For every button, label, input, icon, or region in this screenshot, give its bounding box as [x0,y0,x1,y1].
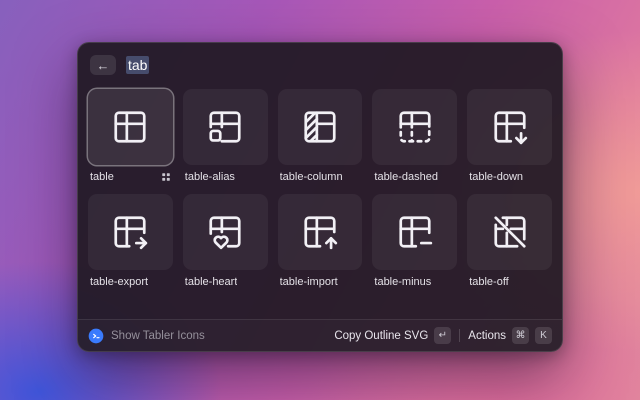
icon-tile[interactable] [372,89,457,165]
grid-cell-table-export[interactable]: table-export [88,194,173,289]
footer-app-name: Show Tabler Icons [111,330,205,342]
search-input[interactable]: tab [126,57,550,73]
search-header: ← tab [78,43,562,81]
table-off-icon [491,213,529,251]
k-key: K [535,327,552,344]
back-button[interactable]: ← [90,55,116,75]
table-export-icon [111,213,149,251]
icon-label-row: table-export [88,275,173,289]
raycast-window: ← tab table table-alias table-column table-… [77,42,563,352]
table-dashed-icon [396,108,434,146]
icon-label-row: table-alias [183,170,268,184]
actions-button[interactable]: Actions ⌘ K [468,327,552,344]
icon-tile[interactable] [88,194,173,270]
icon-tile[interactable] [88,89,173,165]
icon-label: table-off [469,276,509,288]
grid-cell-table-import[interactable]: table-import [278,194,363,289]
enter-key: ↵ [434,327,451,344]
app-grid-icon [161,172,171,182]
icon-tile[interactable] [467,89,552,165]
icon-label-row: table-off [467,275,552,289]
icon-label: table-alias [185,171,235,183]
footer-left: Show Tabler Icons [88,328,205,344]
icon-label: table-down [469,171,523,183]
icon-tile[interactable] [278,89,363,165]
icon-grid: table table-alias table-column table-dashed… [78,81,562,319]
grid-cell-table-off[interactable]: table-off [467,194,552,289]
footer-right: Copy Outline SVG ↵ Actions ⌘ K [334,327,552,344]
icon-label: table-dashed [374,171,438,183]
icon-label: table-export [90,276,148,288]
icon-label: table-minus [374,276,431,288]
icon-tile[interactable] [183,89,268,165]
icon-tile[interactable] [183,194,268,270]
search-text: tab [126,56,149,74]
icon-label: table-import [280,276,338,288]
icon-label-row: table-import [278,275,363,289]
grid-cell-table[interactable]: table [88,89,173,184]
grid-cell-table-minus[interactable]: table-minus [372,194,457,289]
table-icon [111,108,149,146]
icon-tile[interactable] [278,194,363,270]
icon-tile[interactable] [372,194,457,270]
table-down-icon [491,108,529,146]
copy-outline-svg-button[interactable]: Copy Outline SVG ↵ [334,327,451,344]
footer-bar: Show Tabler Icons Copy Outline SVG ↵ Act… [78,319,562,351]
footer-divider [459,329,460,342]
icon-tile[interactable] [467,194,552,270]
icon-label-row: table [88,170,173,184]
table-import-icon [301,213,339,251]
table-heart-icon [206,213,244,251]
grid-cell-table-alias[interactable]: table-alias [183,89,268,184]
icon-label-row: table-down [467,170,552,184]
grid-cell-table-column[interactable]: table-column [278,89,363,184]
grid-cell-table-heart[interactable]: table-heart [183,194,268,289]
table-minus-icon [396,213,434,251]
icon-label: table-heart [185,276,238,288]
back-arrow-icon: ← [97,58,110,73]
grid-cell-table-dashed[interactable]: table-dashed [372,89,457,184]
icon-label-row: table-minus [372,275,457,289]
icon-label: table [90,171,114,183]
cmd-key: ⌘ [512,327,529,344]
table-column-icon [301,108,339,146]
table-alias-icon [206,108,244,146]
actions-label: Actions [468,330,506,342]
icon-label-row: table-dashed [372,170,457,184]
icon-label-row: table-heart [183,275,268,289]
icon-label-row: table-column [278,170,363,184]
grid-cell-table-down[interactable]: table-down [467,89,552,184]
copy-outline-svg-label: Copy Outline SVG [334,330,428,342]
tabler-extension-icon [88,328,104,344]
icon-label: table-column [280,171,343,183]
